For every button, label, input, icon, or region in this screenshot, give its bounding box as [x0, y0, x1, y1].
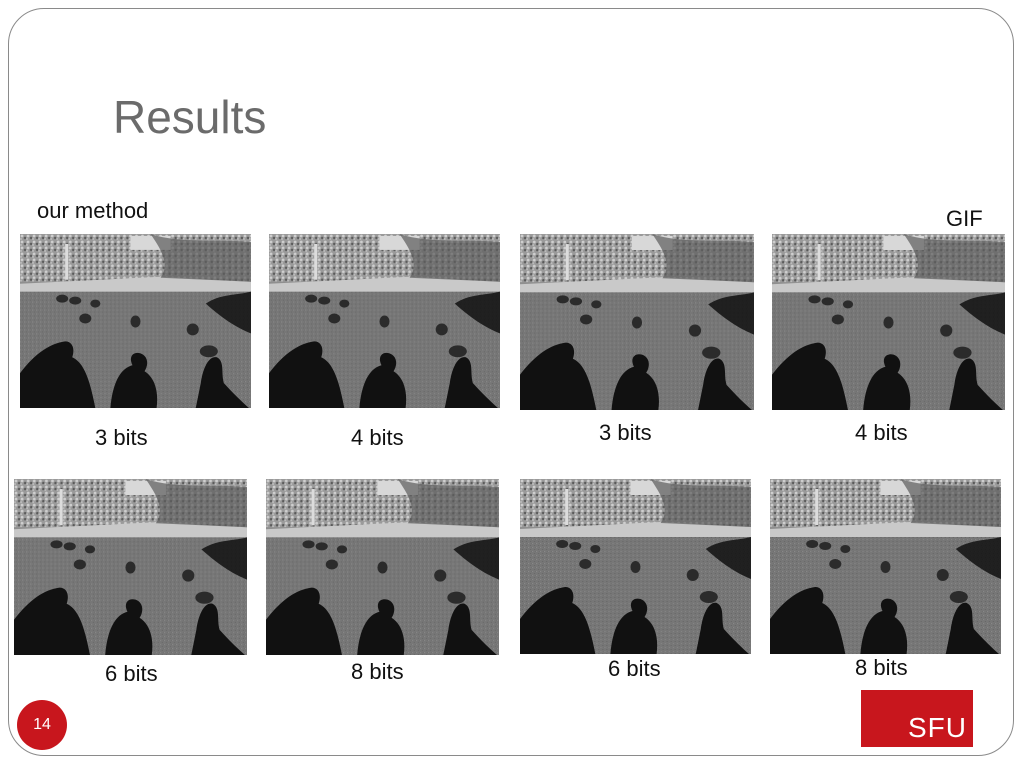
slide-title: Results: [113, 91, 267, 143]
caption-gif-3bits: 3 bits: [599, 420, 652, 445]
photo-ours-8bits: [266, 479, 499, 655]
caption-ours-6bits: 6 bits: [105, 661, 158, 686]
photo-ours-3bits: [20, 234, 251, 408]
caption-ours-8bits: 8 bits: [351, 659, 404, 684]
our-method-label: our method: [37, 198, 149, 223]
caption-gif-4bits: 4 bits: [855, 420, 908, 445]
photo-ours-6bits: [14, 479, 247, 655]
caption-gif-8bits: 8 bits: [855, 655, 908, 680]
photo-gif-3bits: [520, 234, 754, 410]
caption-ours-3bits: 3 bits: [95, 425, 148, 450]
gif-label: GIF: [946, 206, 983, 231]
photo-gif-4bits: [772, 234, 1005, 410]
page-number-badge: 14: [17, 700, 67, 750]
caption-gif-6bits: 6 bits: [608, 656, 661, 681]
photo-gif-8bits: [770, 479, 1001, 654]
photo-ours-4bits: [269, 234, 500, 408]
sfu-logo: SFU: [861, 690, 973, 747]
caption-ours-4bits: 4 bits: [351, 425, 404, 450]
photo-gif-6bits: [520, 479, 751, 654]
